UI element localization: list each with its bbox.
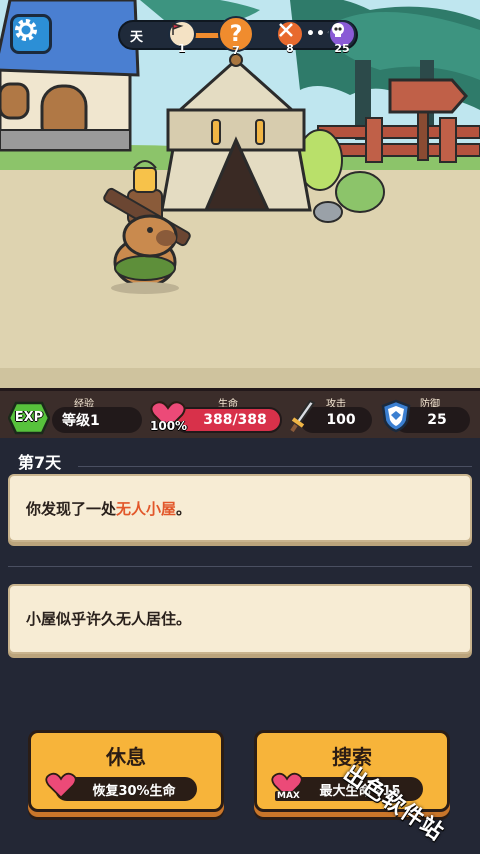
- day-progress-label: 天: [130, 30, 144, 45]
- scene-illustration: [0, 0, 480, 388]
- description-card[interactable]: 小屋似乎许久无人居住。: [8, 584, 472, 654]
- heart-icon: [45, 772, 77, 799]
- day-heading: 第7天: [0, 446, 480, 472]
- hp-pill: 388/388: [174, 407, 282, 433]
- question-node-count: 7: [232, 44, 240, 57]
- hp-percent: 100%: [150, 419, 188, 433]
- hp-value: 388/388: [203, 412, 267, 428]
- event-card[interactable]: 你发现了一处无人小屋。: [8, 474, 472, 542]
- boss-node[interactable]: 25: [328, 20, 356, 55]
- game-screen: 天 1 ? 7 8 ••• 25 EXP 经验 等级1 生命 388/388 1…: [0, 0, 480, 854]
- settings-button[interactable]: [10, 14, 52, 54]
- question-icon: ?: [229, 21, 243, 47]
- battle-node-count: 8: [286, 42, 294, 55]
- description-text: 小屋似乎许久无人居住。: [26, 610, 192, 628]
- boss-node-count: 25: [334, 42, 350, 55]
- level-value: 等级1: [62, 413, 100, 429]
- exp-badge-label: EXP: [14, 410, 44, 425]
- log-divider: [8, 566, 472, 567]
- event-text-after: 。: [176, 500, 192, 518]
- question-node[interactable]: ? 7: [218, 16, 254, 57]
- gear-icon: [15, 19, 37, 41]
- day-title: 第7天: [18, 453, 62, 472]
- day-heading-divider: [78, 466, 472, 467]
- stats-bar: EXP 经验 等级1 生命 388/388 100% 攻击 100 防御 25: [0, 388, 480, 438]
- event-highlight: 无人小屋: [116, 500, 177, 518]
- max-tag: MAX: [275, 791, 302, 801]
- camp-scene: 天 1 ? 7 8 ••• 25: [0, 0, 480, 388]
- rest-effect-text: 恢复30%生命: [92, 783, 176, 799]
- event-text: 你发现了一处无人小屋。: [26, 498, 191, 519]
- flag-node[interactable]: 1: [168, 20, 196, 55]
- day-progress-track: 天 1 ? 7 8 ••• 25: [118, 16, 358, 57]
- shield-icon: [381, 399, 411, 433]
- swords-icon: [279, 23, 293, 37]
- flag-node-count: 1: [178, 42, 186, 55]
- defense-value: 25: [427, 412, 447, 428]
- level-pill: 等级1: [52, 407, 142, 433]
- rest-title: 休息: [106, 745, 146, 769]
- skull-icon: [332, 23, 344, 37]
- event-text-before: 你发现了一处: [26, 500, 117, 518]
- flag-icon: [172, 23, 184, 35]
- sword-icon: [290, 399, 316, 433]
- rest-button[interactable]: 休息 恢复30%生命: [28, 730, 224, 812]
- battle-node[interactable]: 8: [276, 20, 304, 55]
- attack-value: 100: [326, 412, 356, 428]
